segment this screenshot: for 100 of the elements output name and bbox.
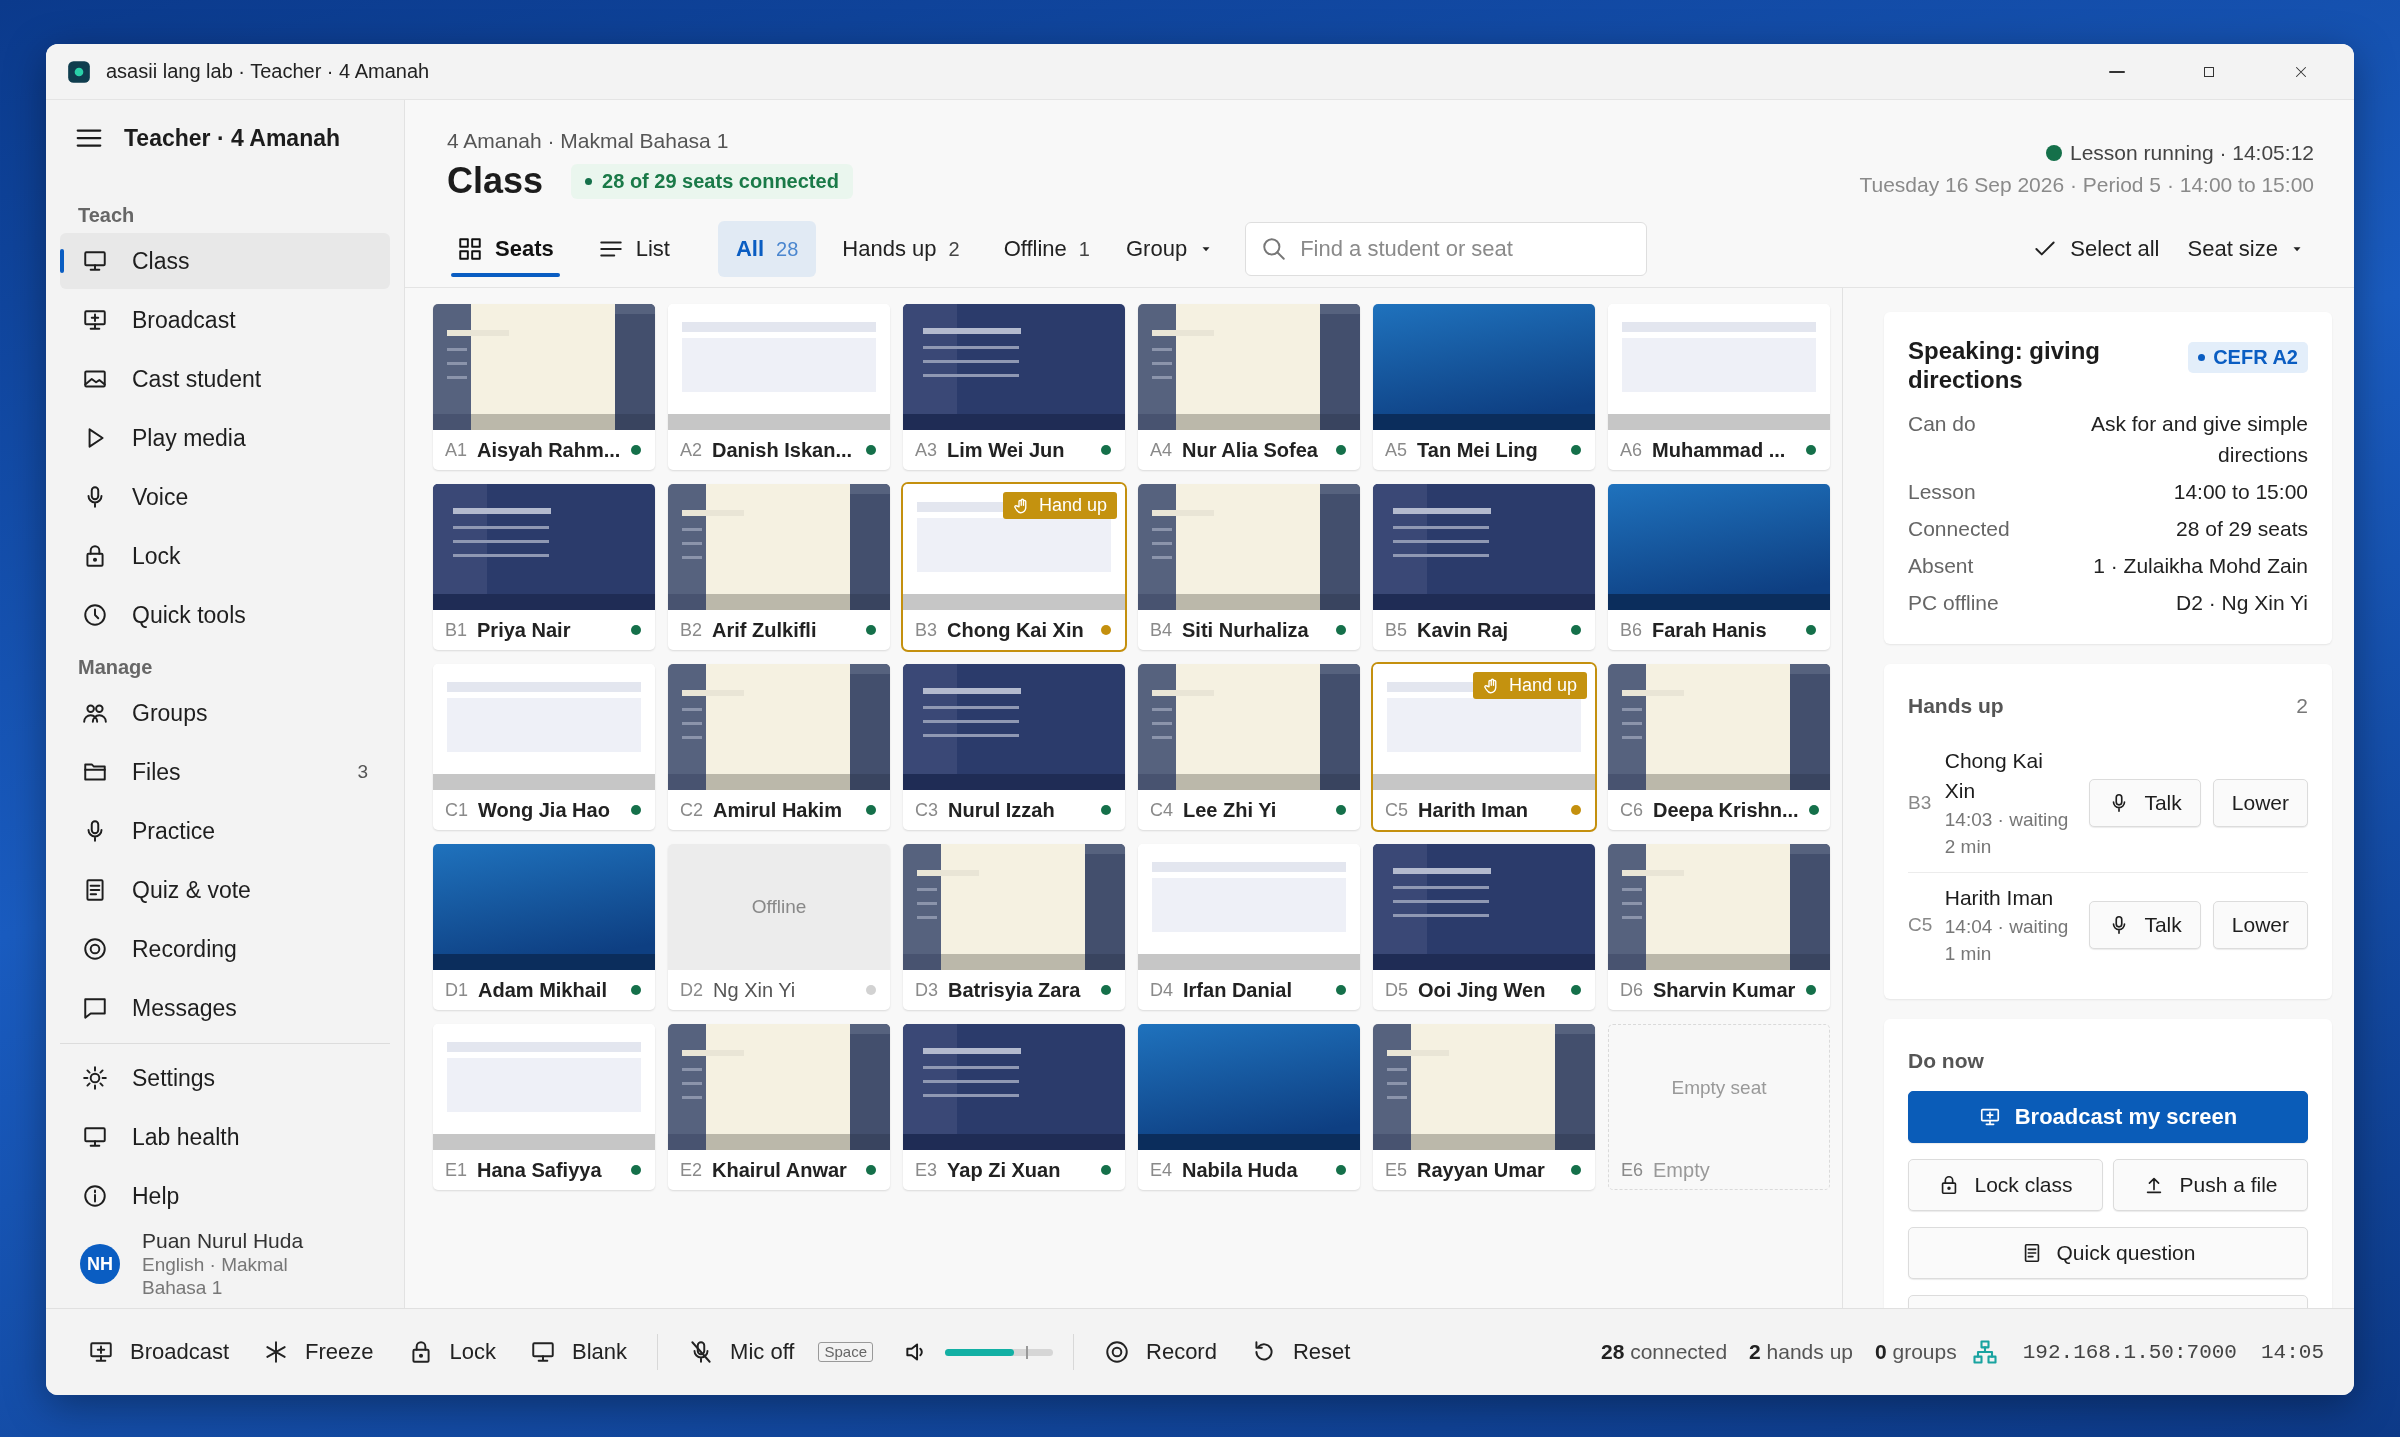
app-logo-icon xyxy=(66,58,92,85)
sidebar-item[interactable]: Voice xyxy=(60,469,390,525)
filter-tab[interactable]: Offline 1 xyxy=(985,221,1108,277)
info-label: Lesson xyxy=(1908,479,1976,505)
sidebar-item[interactable]: Quick tools xyxy=(60,587,390,643)
sidebar-item[interactable]: Recording xyxy=(60,921,390,977)
seat-card[interactable]: E3 Yap Zi Xuan xyxy=(903,1024,1125,1190)
info-icon xyxy=(82,1183,108,1209)
action-button[interactable]: Push a file xyxy=(2113,1159,2308,1211)
seat-card[interactable]: Hand up C5 Harith Iman xyxy=(1373,664,1595,830)
seat-card[interactable]: B2 Arif Zulkifli xyxy=(668,484,890,650)
toolbar-button[interactable]: Record xyxy=(1094,1327,1227,1377)
status-dot xyxy=(1336,985,1346,995)
view-tab[interactable]: Seats xyxy=(447,221,564,277)
seat-card[interactable]: E4 Nabila Huda xyxy=(1138,1024,1360,1190)
seat-card[interactable]: B5 Kavin Raj xyxy=(1373,484,1595,650)
toolbar-button[interactable]: Reset xyxy=(1240,1327,1361,1377)
info-value: Ask for and give simple directions xyxy=(2089,411,2308,468)
seat-card[interactable]: B6 Farah Hanis xyxy=(1608,484,1830,650)
seat-card[interactable]: E5 Rayyan Umar xyxy=(1373,1024,1595,1190)
sidebar-item[interactable]: Lab health xyxy=(60,1109,390,1165)
action-button[interactable]: Broadcast my screen xyxy=(1908,1091,2308,1143)
talk-button[interactable]: Talk xyxy=(2089,901,2201,949)
status-dot xyxy=(1808,805,1819,815)
breadcrumb: 4 Amanah · Makmal Bahasa 1 xyxy=(447,129,730,153)
toolbar-button[interactable]: Blank xyxy=(520,1327,638,1377)
sidebar-item[interactable]: Groups xyxy=(60,685,390,741)
sidebar-item[interactable]: Lock xyxy=(60,528,390,584)
sidebar-item[interactable]: Files 3 xyxy=(60,744,390,800)
student-name: Batrisyia Zara xyxy=(948,978,1082,1002)
seat-card[interactable]: E2 Khairul Anwar xyxy=(668,1024,890,1190)
sidebar-item[interactable]: Help xyxy=(60,1168,390,1224)
status-dot xyxy=(1806,625,1816,635)
sidebar-item[interactable]: Messages xyxy=(60,980,390,1036)
seat-card[interactable]: A4 Nur Alia Sofea xyxy=(1138,304,1360,470)
seat-card[interactable]: A3 Lim Wei Jun xyxy=(903,304,1125,470)
shortcut-key: Space xyxy=(818,1342,873,1362)
toolbar-button[interactable]: Broadcast xyxy=(78,1327,240,1377)
seat-card[interactable]: D1 Adam Mikhail xyxy=(433,844,655,1010)
seat-card[interactable]: D5 Ooi Jing Wen xyxy=(1373,844,1595,1010)
seat-card[interactable]: C1 Wong Jia Hao xyxy=(433,664,655,830)
volume-slider[interactable] xyxy=(945,1348,1053,1356)
talk-button[interactable]: Talk xyxy=(2089,779,2201,827)
record-icon xyxy=(82,936,108,962)
seat-card[interactable]: C4 Lee Zhi Yi xyxy=(1138,664,1360,830)
page-title: Class xyxy=(447,159,544,203)
status-count: 2 hands up xyxy=(1749,1340,1853,1364)
seat-number: B2 xyxy=(680,619,703,641)
toolbar-button[interactable]: Freeze xyxy=(253,1327,384,1377)
seat-card[interactable]: D4 Irfan Danial xyxy=(1138,844,1360,1010)
status-dot xyxy=(866,985,876,995)
seat-card[interactable]: B1 Priya Nair xyxy=(433,484,655,650)
filter-tab[interactable]: Hands up 2 xyxy=(824,221,978,277)
sidebar-item[interactable]: Play media xyxy=(60,410,390,466)
search-field[interactable]: Find a student or seat xyxy=(1245,222,1648,276)
lower-button[interactable]: Lower xyxy=(2212,779,2308,827)
student-name: Chong Kai Xin xyxy=(947,618,1085,642)
student-name: Amirul Hakim xyxy=(713,798,843,822)
empty-screen: Empty seat xyxy=(1670,1076,1768,1100)
student-name: Danish Iskan... xyxy=(712,438,854,462)
seat-card[interactable]: C6 Deepa Krishn... xyxy=(1608,664,1830,830)
seat-card[interactable]: D6 Sharvin Kumar xyxy=(1608,844,1830,1010)
action-button[interactable]: Quick question xyxy=(1908,1227,2308,1279)
student-name: Chong Kai Xin xyxy=(1944,748,2044,804)
seat-card[interactable]: A5 Tan Mei Ling xyxy=(1373,304,1595,470)
seat-number: C5 xyxy=(1908,914,1933,936)
seat-card[interactable]: C2 Amirul Hakim xyxy=(668,664,890,830)
action-button[interactable]: Lock class xyxy=(1908,1159,2103,1211)
mic-button[interactable]: Mic off xyxy=(678,1327,805,1377)
sidebar-item[interactable]: Quiz & vote xyxy=(60,862,390,918)
seat-card[interactable]: D3 Batrisyia Zara xyxy=(903,844,1125,1010)
sidebar-item[interactable]: Cast student xyxy=(60,351,390,407)
sun-icon xyxy=(82,1065,108,1091)
seat-card[interactable]: A1 Aisyah Rahm... xyxy=(433,304,655,470)
student-name: Hana Safiyya xyxy=(477,1158,603,1182)
seat-number: D2 xyxy=(680,979,703,1001)
sidebar-item[interactable]: Broadcast xyxy=(60,292,390,348)
seat-card[interactable]: C3 Nurul Izzah xyxy=(903,664,1125,830)
sidebar-item[interactable]: Settings xyxy=(60,1050,390,1106)
seat-card[interactable]: B4 Siti Nurhaliza xyxy=(1138,484,1360,650)
lower-button[interactable]: Lower xyxy=(2212,901,2308,949)
seat-card[interactable]: A2 Danish Iskan... xyxy=(668,304,890,470)
info-value: 28 of 29 seats xyxy=(2176,516,2308,542)
group-dropdown[interactable]: Group xyxy=(1115,221,1224,277)
select-all-button[interactable]: Select all xyxy=(2022,221,2170,277)
sidebar-item[interactable]: Class xyxy=(60,233,390,289)
info-value: 1 · Zulaikha Mohd Zain xyxy=(2093,553,2308,579)
seat-number: C4 xyxy=(1150,799,1173,821)
seat-card[interactable]: Offline D2 Ng Xin Yi xyxy=(668,844,890,1010)
seat-size-dropdown[interactable]: Seat size xyxy=(2177,221,2314,277)
item-count: 3 xyxy=(357,761,368,783)
wait-time: 14:04 · waiting 1 min xyxy=(1944,915,2070,966)
seat-card[interactable]: E1 Hana Safiyya xyxy=(433,1024,655,1190)
toolbar-button[interactable]: Lock xyxy=(397,1327,507,1377)
filter-tab[interactable]: All 28 xyxy=(717,221,817,277)
seat-card[interactable]: A6 Muhammad ... xyxy=(1608,304,1830,470)
view-tab[interactable]: List xyxy=(587,221,680,277)
seat-card[interactable]: Hand up B3 Chong Kai Xin xyxy=(903,484,1125,650)
student-name: Wong Jia Hao xyxy=(478,798,611,822)
sidebar-item[interactable]: Practice xyxy=(60,803,390,859)
